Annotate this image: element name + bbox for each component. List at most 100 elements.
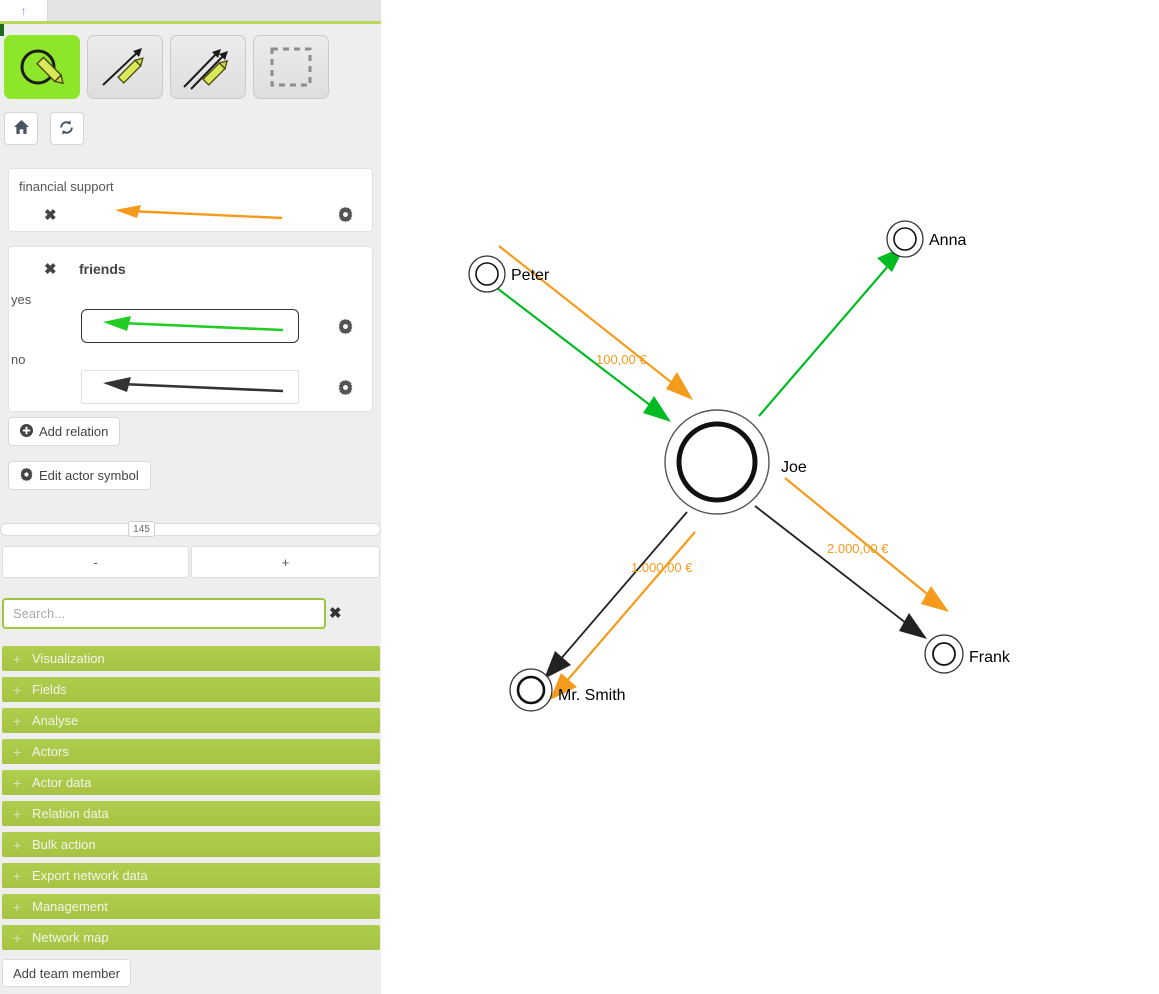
accordion-label: Actors <box>32 744 69 759</box>
close-icon[interactable]: ✖ <box>44 208 57 223</box>
close-icon[interactable]: ✖ <box>44 262 57 277</box>
node-label-peter: Peter <box>511 267 550 284</box>
edge-label-peter-joe: 100,00 € <box>596 352 647 367</box>
plus-icon: + <box>12 805 22 822</box>
node-peter[interactable] <box>468 255 506 293</box>
double-arrow-pencil-icon <box>179 41 237 93</box>
zoom-slider-thumb[interactable]: 145 <box>128 521 155 537</box>
left-sidebar: ↑ financial support ✖ ✖ friends yes no A… <box>0 0 381 994</box>
accordion-label: Fields <box>32 682 67 697</box>
add-relation-label: Add relation <box>39 424 109 439</box>
plus-icon: + <box>12 774 22 791</box>
search-row: ✖ <box>2 598 380 630</box>
plus-icon: + <box>12 867 22 884</box>
plus-icon: + <box>12 743 22 760</box>
plus-icon: + <box>12 836 22 853</box>
refresh-button[interactable] <box>49 112 84 145</box>
relation-card-financial-support: financial support ✖ <box>8 168 373 232</box>
add-team-member-button[interactable]: Add team member <box>2 959 131 987</box>
add-team-member-label: Add team member <box>13 965 120 981</box>
accordion-label: Relation data <box>32 806 109 821</box>
accordion-item-actors[interactable]: + Actors <box>2 739 380 764</box>
accordion-label: Network map <box>32 930 109 945</box>
edge-joe-smith-financial[interactable] <box>550 531 696 700</box>
green-divider <box>0 21 381 24</box>
node-label-anna: Anna <box>929 232 966 249</box>
accordion-item-analyse[interactable]: + Analyse <box>2 708 380 733</box>
accordion-item-bulk-action[interactable]: + Bulk action <box>2 832 380 857</box>
plus-circle-icon <box>20 423 33 440</box>
accordion-label: Management <box>32 899 108 914</box>
tab-strip: ↑ <box>0 0 381 21</box>
select-area-mode-button[interactable] <box>253 35 329 99</box>
node-label-frank: Frank <box>969 649 1011 666</box>
node-label-joe: Joe <box>781 459 807 476</box>
node-mr-smith[interactable] <box>509 668 553 712</box>
accordion-item-relation-data[interactable]: + Relation data <box>2 801 380 826</box>
search-input[interactable] <box>2 598 326 629</box>
relation-option-label: no <box>11 352 26 367</box>
gear-icon[interactable] <box>338 380 353 398</box>
accordion-label: Visualization <box>32 651 105 666</box>
relation-arrow-preview-yes[interactable] <box>81 309 299 343</box>
accordion-label: Bulk action <box>32 837 96 852</box>
accordion-item-management[interactable]: + Management <box>2 894 380 919</box>
relation-card-friends: ✖ friends yes no <box>8 246 373 412</box>
node-anna[interactable] <box>886 220 924 258</box>
accordion-label: Export network data <box>32 868 148 883</box>
relation-arrow-preview[interactable] <box>94 198 299 232</box>
plus-icon: + <box>12 929 22 946</box>
plus-icon: + <box>12 681 22 698</box>
gear-icon[interactable] <box>338 207 353 225</box>
gear-icon[interactable] <box>338 319 353 337</box>
tab-scroll-up[interactable]: ↑ <box>0 0 48 21</box>
zoom-slider[interactable]: 145 <box>0 519 381 537</box>
arrow-up-icon: ↑ <box>20 3 27 18</box>
edge-label-joe-frank: 2.000,00 € <box>827 541 889 556</box>
zoom-in-button[interactable]: + <box>191 546 380 578</box>
zoom-in-label: + <box>281 554 290 570</box>
edit-actor-symbol-label: Edit actor symbol <box>39 468 139 483</box>
accordion-item-fields[interactable]: + Fields <box>2 677 380 702</box>
gear-icon <box>20 467 33 484</box>
accordion-label: Actor data <box>32 775 92 790</box>
zoom-slider-track[interactable] <box>0 523 381 536</box>
accordion-item-actor-data[interactable]: + Actor data <box>2 770 380 795</box>
relation-title: friends <box>79 261 126 277</box>
accordion-label: Analyse <box>32 713 79 728</box>
circle-pencil-icon <box>14 41 70 93</box>
edit-double-relation-mode-button[interactable] <box>170 35 246 99</box>
dashed-square-icon <box>267 45 315 89</box>
relation-arrow-preview-no[interactable] <box>81 370 299 404</box>
relation-title: financial support <box>19 179 114 194</box>
home-button[interactable] <box>4 112 38 145</box>
mode-toolbar <box>4 35 378 100</box>
relation-option-label: yes <box>11 292 32 307</box>
nav-buttons <box>4 112 92 145</box>
edit-actor-symbol-button[interactable]: Edit actor symbol <box>8 461 151 490</box>
accordion-item-export-network-data[interactable]: + Export network data <box>2 863 380 888</box>
arrow-pencil-icon <box>96 41 154 93</box>
node-frank[interactable] <box>924 634 964 674</box>
edge-joe-smith-friends-no[interactable] <box>544 511 688 679</box>
home-icon <box>13 119 30 138</box>
plus-icon: + <box>12 898 22 915</box>
accordion-item-network-map[interactable]: + Network map <box>2 925 380 950</box>
node-joe[interactable] <box>664 409 770 515</box>
edge-joe-anna-friends[interactable] <box>758 246 905 417</box>
refresh-icon <box>58 119 75 139</box>
network-graph-canvas[interactable]: Peter Anna Joe Mr. Smith Frank 100,00 € … <box>381 0 1159 994</box>
edit-relation-mode-button[interactable] <box>87 35 163 99</box>
accordion-item-visualization[interactable]: + Visualization <box>2 646 380 671</box>
close-icon[interactable]: ✖ <box>329 604 342 622</box>
plus-icon: + <box>12 650 22 667</box>
edge-label-joe-smith: 1.000,00 € <box>631 560 693 575</box>
node-label-mr-smith: Mr. Smith <box>558 687 626 704</box>
plus-icon: + <box>12 712 22 729</box>
accordion-menu: + Visualization + Fields + Analyse + Act… <box>2 646 380 956</box>
zoom-out-button[interactable]: - <box>2 546 189 578</box>
add-relation-button[interactable]: Add relation <box>8 417 121 446</box>
zoom-slider-value: 145 <box>133 523 150 535</box>
edit-actor-mode-button[interactable] <box>4 35 80 99</box>
zoom-out-label: - <box>93 554 98 570</box>
